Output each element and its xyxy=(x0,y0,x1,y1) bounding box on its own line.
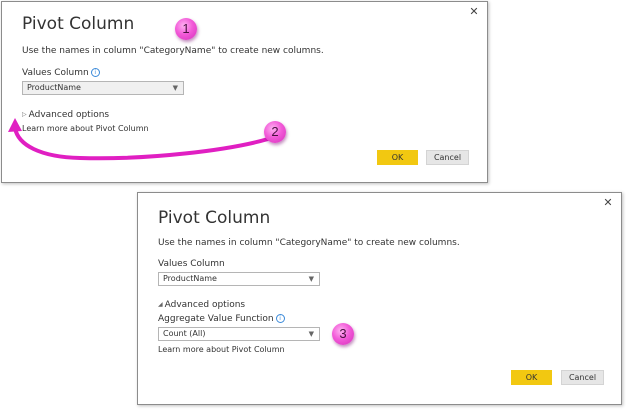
callout-1: 1 xyxy=(175,18,197,40)
info-icon[interactable]: i xyxy=(275,314,285,323)
chevron-down-icon: ▼ xyxy=(308,275,314,283)
dialog-title: Pivot Column xyxy=(22,14,135,34)
ok-button[interactable]: OK xyxy=(511,370,552,385)
dialog-title: Pivot Column xyxy=(158,208,271,228)
triangle-down-icon: ◢ xyxy=(158,301,163,308)
values-column-dropdown[interactable]: ProductName ▼ xyxy=(158,272,320,286)
aggregate-function-label: Aggregate Value Function i xyxy=(158,314,285,324)
aggregate-function-selected: Count (All) xyxy=(163,329,206,338)
learn-more-link[interactable]: Learn more about Pivot Column xyxy=(22,124,149,133)
advanced-options-toggle[interactable]: ▷ Advanced options xyxy=(22,110,109,120)
callout-3: 3 xyxy=(332,323,354,345)
chevron-down-icon: ▼ xyxy=(172,84,178,92)
callout-2: 2 xyxy=(264,121,286,143)
close-icon[interactable]: ✕ xyxy=(602,197,614,209)
info-icon[interactable]: i xyxy=(90,68,100,77)
close-icon[interactable]: ✕ xyxy=(468,6,480,18)
advanced-options-label: Advanced options xyxy=(28,110,110,120)
dialog-description: Use the names in column "CategoryName" t… xyxy=(22,46,324,56)
advanced-options-toggle[interactable]: ◢ Advanced options xyxy=(158,300,245,310)
cancel-button[interactable]: Cancel xyxy=(426,150,469,165)
ok-button[interactable]: OK xyxy=(377,150,418,165)
pivot-column-dialog-collapsed: ✕ Pivot Column Use the names in column "… xyxy=(1,1,488,183)
values-column-label: Values Column xyxy=(158,259,225,269)
values-column-selected: ProductName xyxy=(27,83,81,92)
pivot-column-dialog-expanded: ✕ Pivot Column Use the names in column "… xyxy=(137,192,622,405)
values-column-dropdown[interactable]: ProductName ▼ xyxy=(22,81,184,95)
cancel-button[interactable]: Cancel xyxy=(561,370,604,385)
chevron-down-icon: ▼ xyxy=(308,330,314,338)
dialog-description: Use the names in column "CategoryName" t… xyxy=(158,238,460,248)
aggregate-function-dropdown[interactable]: Count (All) ▼ xyxy=(158,327,320,341)
values-column-selected: ProductName xyxy=(163,274,217,283)
aggregate-function-label-text: Aggregate Value Function xyxy=(158,314,274,324)
values-column-label: Values Column i xyxy=(22,68,100,78)
values-column-label-text: Values Column xyxy=(158,259,225,269)
triangle-right-icon: ▷ xyxy=(22,111,27,118)
advanced-options-label: Advanced options xyxy=(164,300,246,310)
learn-more-link[interactable]: Learn more about Pivot Column xyxy=(158,345,285,354)
values-column-label-text: Values Column xyxy=(22,68,89,78)
